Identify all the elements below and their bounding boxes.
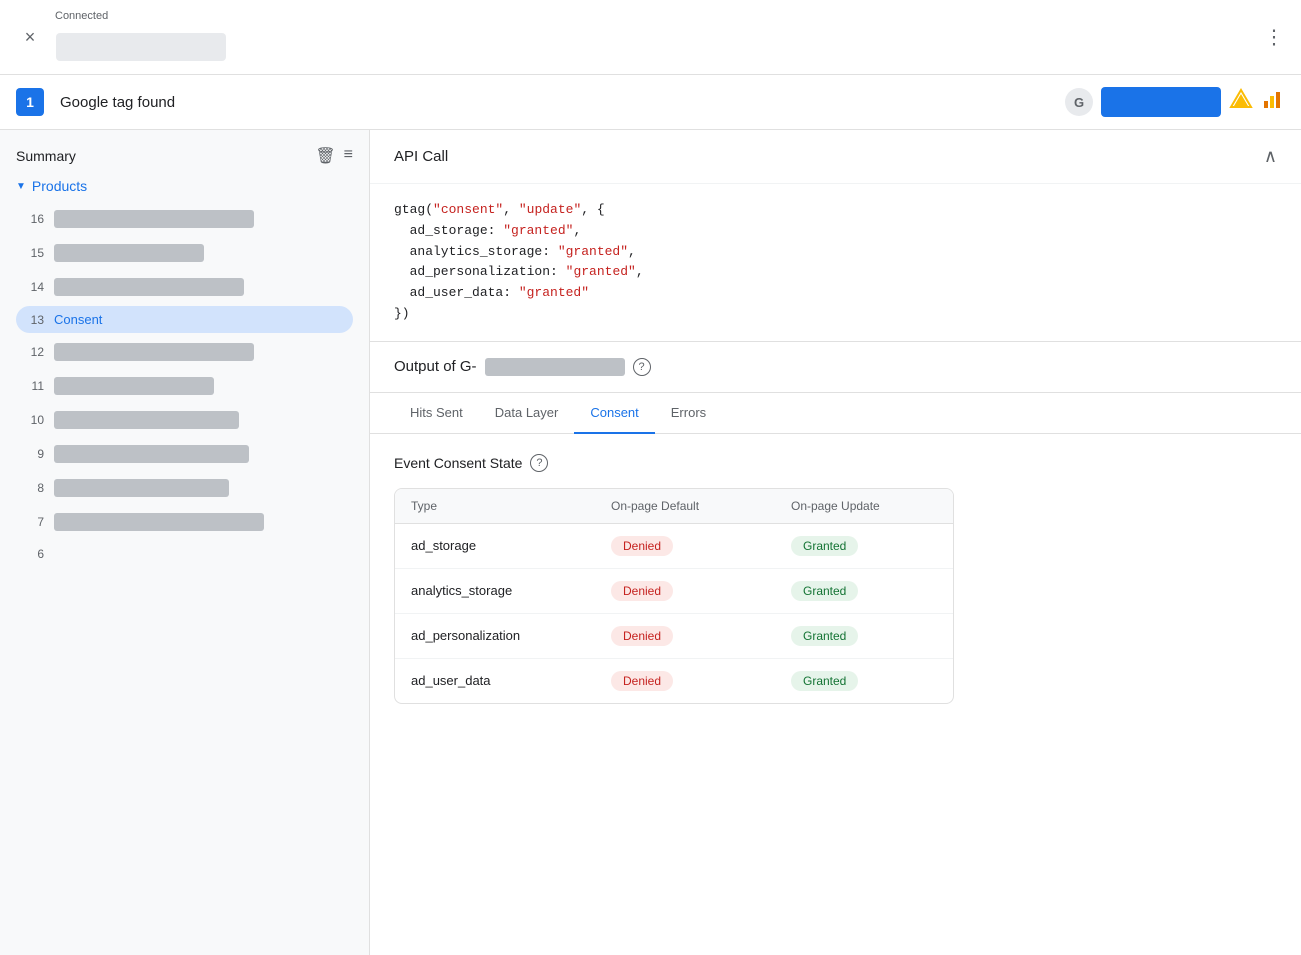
consent-type: ad_storage (411, 538, 611, 553)
consent-content: Event Consent State ? Type On-page Defau… (370, 434, 1301, 724)
status-badge: Denied (611, 581, 673, 601)
list-item[interactable]: 12 (16, 337, 353, 367)
status-badge: Granted (791, 671, 858, 691)
chevron-down-icon: ▼ (16, 181, 26, 192)
col-update-header: On-page Update (791, 499, 954, 513)
table-row: ad_user_data Denied Granted (395, 659, 953, 703)
list-item[interactable]: 15 (16, 238, 353, 268)
top-bar: × Connected ⋮ (0, 0, 1301, 75)
tab-hits-sent[interactable]: Hits Sent (394, 393, 479, 434)
list-item[interactable]: 6 (16, 541, 353, 567)
help-icon[interactable]: ? (633, 358, 651, 376)
consent-state-label: Event Consent State (394, 455, 522, 471)
sidebar-title: Summary (16, 148, 76, 164)
code-line-5: ad_user_data: "granted" (394, 283, 1277, 304)
account-selector[interactable] (56, 33, 226, 61)
api-call-title: API Call (394, 148, 448, 165)
tab-consent[interactable]: Consent (574, 393, 654, 434)
output-section: Output of G- ? Hits Sent Data Layer Cons… (370, 342, 1301, 724)
list-item[interactable]: 7 (16, 507, 353, 537)
consent-type: analytics_storage (411, 583, 611, 598)
table-row: ad_storage Denied Granted (395, 524, 953, 569)
consent-table: Type On-page Default On-page Update ad_s… (394, 488, 954, 704)
tab-data-layer[interactable]: Data Layer (479, 393, 575, 434)
item-bar (54, 377, 214, 395)
tabs-bar: Hits Sent Data Layer Consent Errors (370, 393, 1301, 434)
list-item[interactable]: 11 (16, 371, 353, 401)
tab-errors[interactable]: Errors (655, 393, 722, 434)
consent-label: Consent (54, 312, 102, 327)
code-line-3: analytics_storage: "granted", (394, 242, 1277, 263)
list-item-consent[interactable]: 13 Consent (16, 306, 353, 333)
item-bar (54, 210, 254, 228)
item-bar (54, 479, 229, 497)
code-line-4: ad_personalization: "granted", (394, 262, 1277, 283)
list-item[interactable]: 10 (16, 405, 353, 435)
sidebar: Summary 🗑 ≡ ▼ Products 16 15 (0, 130, 370, 955)
code-line-close: }) (394, 304, 1277, 325)
products-label: Products (32, 178, 87, 194)
analytics-icon (1261, 87, 1285, 117)
status-badge: Granted (791, 581, 858, 601)
code-line-1: gtag("consent", "update", { (394, 200, 1277, 221)
output-header: Output of G- ? (370, 342, 1301, 393)
delete-icon[interactable]: 🗑 (315, 146, 335, 166)
consent-type: ad_personalization (411, 628, 611, 643)
table-header: Type On-page Default On-page Update (395, 489, 953, 524)
collapse-button[interactable]: ∧ (1264, 146, 1277, 167)
connected-label: Connected (55, 10, 108, 22)
status-badge: Denied (611, 536, 673, 556)
content-area: API Call ∧ gtag("consent", "update", { a… (370, 130, 1301, 955)
more-button[interactable]: ⋮ (1264, 25, 1285, 50)
item-bar (54, 278, 244, 296)
sort-icon[interactable]: ≡ (344, 146, 353, 166)
table-row: analytics_storage Denied Granted (395, 569, 953, 614)
status-badge: Denied (611, 626, 673, 646)
consent-state-header: Event Consent State ? (394, 454, 1277, 472)
code-line-2: ad_storage: "granted", (394, 221, 1277, 242)
table-row: ad_personalization Denied Granted (395, 614, 953, 659)
item-bar (54, 445, 249, 463)
products-header[interactable]: ▼ Products (16, 178, 353, 194)
main-layout: Summary 🗑 ≡ ▼ Products 16 15 (0, 130, 1301, 955)
close-button[interactable]: × (16, 23, 44, 51)
item-bar (54, 411, 239, 429)
products-section: ▼ Products 16 15 14 13 Consent (0, 178, 369, 567)
list-item[interactable]: 16 (16, 204, 353, 234)
status-badge: Denied (611, 671, 673, 691)
sidebar-actions: 🗑 ≡ (315, 146, 353, 166)
item-bar (54, 343, 254, 361)
tag-number-badge: 1 (16, 88, 44, 116)
output-title-prefix: Output of G- (394, 358, 477, 375)
list-item[interactable]: 8 (16, 473, 353, 503)
sidebar-header: Summary 🗑 ≡ (0, 146, 369, 178)
tag-icons: G (1065, 87, 1285, 117)
item-bar (54, 513, 264, 531)
tag-found-label: Google tag found (60, 94, 1049, 111)
col-default-header: On-page Default (611, 499, 791, 513)
code-block: gtag("consent", "update", { ad_storage: … (370, 184, 1301, 341)
status-badge: Granted (791, 626, 858, 646)
consent-help-icon[interactable]: ? (530, 454, 548, 472)
output-id-blur (485, 358, 625, 376)
item-bar (54, 244, 204, 262)
g-icon: G (1065, 88, 1093, 116)
consent-type: ad_user_data (411, 673, 611, 688)
tag-button[interactable] (1101, 87, 1221, 117)
api-call-header: API Call ∧ (370, 130, 1301, 184)
list-item[interactable]: 14 (16, 272, 353, 302)
tag-header: 1 Google tag found G (0, 75, 1301, 130)
list-item[interactable]: 9 (16, 439, 353, 469)
col-type-header: Type (411, 499, 611, 513)
google-ads-icon (1229, 87, 1253, 117)
api-call-section: API Call ∧ gtag("consent", "update", { a… (370, 130, 1301, 342)
status-badge: Granted (791, 536, 858, 556)
